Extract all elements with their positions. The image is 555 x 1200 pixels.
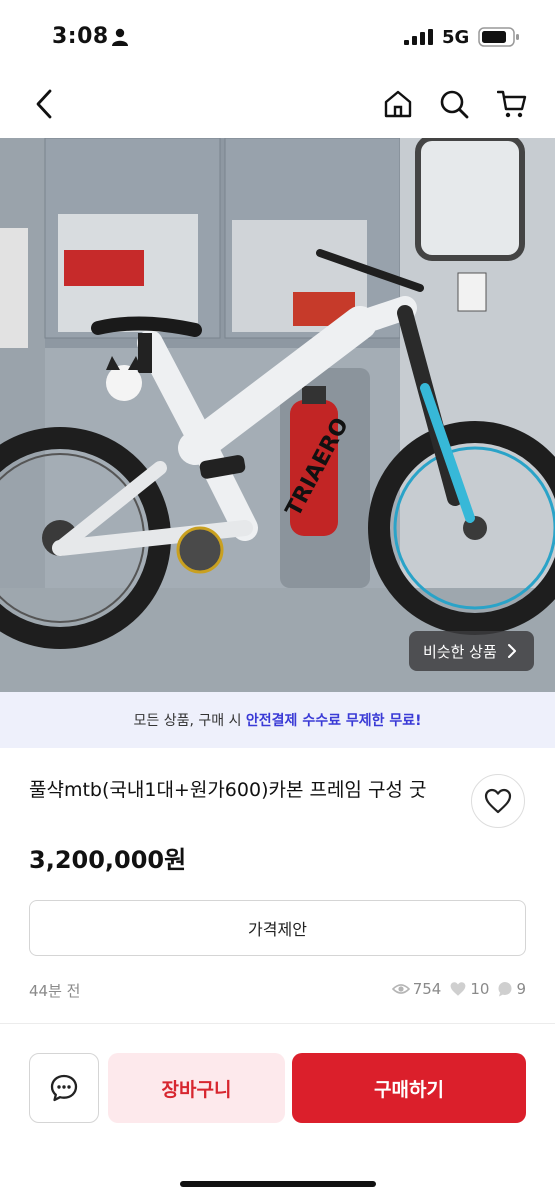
product-title: 풀샥mtb(국내1대+원가600)카본 프레임 구성 굿 bbox=[29, 779, 427, 801]
product-image[interactable]: TRIAERO bbox=[0, 138, 555, 692]
status-time: 3:08 bbox=[52, 24, 109, 49]
chats-count: 9 bbox=[516, 980, 526, 998]
search-button[interactable] bbox=[434, 84, 474, 124]
nav-bar bbox=[0, 74, 555, 138]
eye-icon bbox=[391, 984, 410, 994]
posted-time: 44분 전 bbox=[29, 982, 81, 1000]
product-stats: 754 10 9 bbox=[391, 980, 526, 998]
chat-icon bbox=[50, 1074, 78, 1102]
promo-banner[interactable]: 모든 상품, 구매 시 안전결제 수수료 무제한 무료! bbox=[0, 692, 555, 748]
promo-highlight: 안전결제 수수료 무제한 무료! bbox=[245, 713, 422, 729]
like-button[interactable] bbox=[471, 774, 525, 828]
views-count: 754 bbox=[412, 980, 442, 998]
chat-button[interactable] bbox=[29, 1053, 99, 1123]
chat-bubble-icon bbox=[498, 982, 512, 997]
heart-icon bbox=[484, 788, 512, 814]
battery-icon bbox=[478, 27, 519, 47]
home-icon bbox=[384, 90, 412, 118]
meta-row: 44분 전 754 10 9 bbox=[29, 978, 526, 1002]
similar-products-button[interactable]: 비슷한 상품 bbox=[409, 631, 534, 671]
divider bbox=[0, 1023, 555, 1024]
home-indicator bbox=[180, 1181, 376, 1187]
similar-products-label: 비슷한 상품 bbox=[423, 642, 497, 661]
cart-icon bbox=[497, 90, 527, 118]
person-icon bbox=[112, 28, 128, 46]
back-button[interactable] bbox=[24, 84, 64, 124]
views-stat: 754 bbox=[391, 980, 442, 998]
price-offer-button[interactable]: 가격제안 bbox=[29, 900, 526, 956]
search-icon bbox=[440, 90, 469, 119]
status-bar: 3:08 5G bbox=[0, 0, 555, 74]
heart-filled-icon bbox=[450, 982, 466, 996]
chevron-left-icon bbox=[36, 89, 52, 119]
likes-stat: 10 bbox=[449, 980, 489, 998]
home-button[interactable] bbox=[378, 84, 418, 124]
chevron-right-icon bbox=[507, 644, 516, 658]
chats-stat: 9 bbox=[497, 980, 526, 998]
signal-icon bbox=[404, 29, 433, 45]
likes-count: 10 bbox=[470, 980, 490, 998]
buy-now-button[interactable]: 구매하기 bbox=[292, 1053, 526, 1123]
mountain-bike-photo: TRIAERO bbox=[0, 138, 555, 692]
promo-text: 모든 상품, 구매 시 bbox=[133, 713, 246, 729]
add-to-cart-button[interactable]: 장바구니 bbox=[108, 1053, 285, 1123]
product-price: 3,200,000원 bbox=[29, 846, 187, 874]
network-label: 5G bbox=[442, 27, 470, 48]
cart-nav-button[interactable] bbox=[492, 84, 532, 124]
